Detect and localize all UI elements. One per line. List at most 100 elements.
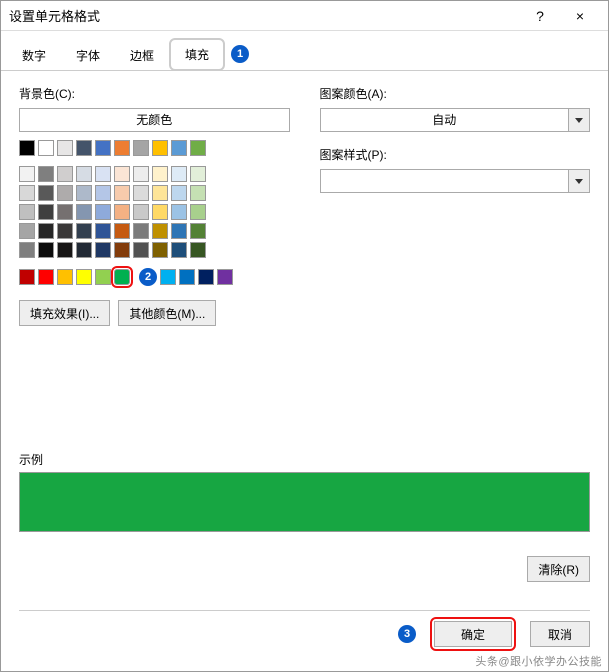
- color-swatch[interactable]: [114, 140, 130, 156]
- color-swatch[interactable]: [57, 269, 73, 285]
- color-swatch[interactable]: [76, 140, 92, 156]
- color-swatch[interactable]: [95, 140, 111, 156]
- tab-number[interactable]: 数字: [7, 40, 61, 70]
- color-swatch[interactable]: [76, 204, 92, 220]
- color-swatch[interactable]: [38, 185, 54, 201]
- color-swatch[interactable]: [171, 204, 187, 220]
- color-swatch[interactable]: [190, 242, 206, 258]
- color-swatch[interactable]: [19, 185, 35, 201]
- color-swatch[interactable]: [198, 269, 214, 285]
- more-colors-button[interactable]: 其他颜色(M)...: [118, 300, 216, 326]
- tab-fill[interactable]: 填充: [169, 38, 225, 71]
- color-swatch[interactable]: [57, 185, 73, 201]
- sample-preview: [19, 472, 590, 532]
- color-swatch[interactable]: [152, 242, 168, 258]
- color-swatch[interactable]: [152, 140, 168, 156]
- color-swatch[interactable]: [38, 204, 54, 220]
- color-swatch[interactable]: [217, 269, 233, 285]
- color-swatch[interactable]: [190, 140, 206, 156]
- footer: 3 确定 取消: [392, 617, 590, 651]
- chevron-down-icon[interactable]: [568, 108, 590, 132]
- color-swatch[interactable]: [190, 204, 206, 220]
- color-swatch[interactable]: [95, 269, 111, 285]
- color-swatch[interactable]: [38, 242, 54, 258]
- color-swatch[interactable]: [38, 269, 54, 285]
- sample-area: 示例: [19, 451, 590, 532]
- color-swatch[interactable]: [133, 166, 149, 182]
- color-swatch[interactable]: [171, 242, 187, 258]
- color-swatch[interactable]: [133, 223, 149, 239]
- pattern-style-label: 图案样式(P):: [320, 146, 591, 163]
- sample-label: 示例: [19, 451, 590, 468]
- pattern-color-value: 自动: [320, 108, 569, 132]
- color-swatch[interactable]: [171, 185, 187, 201]
- color-swatch[interactable]: [190, 185, 206, 201]
- color-swatch[interactable]: [152, 166, 168, 182]
- color-swatch[interactable]: [76, 223, 92, 239]
- color-swatch[interactable]: [152, 204, 168, 220]
- color-swatch[interactable]: [160, 269, 176, 285]
- color-swatch[interactable]: [76, 269, 92, 285]
- color-swatch[interactable]: [38, 166, 54, 182]
- color-swatch[interactable]: [76, 242, 92, 258]
- color-swatch[interactable]: [19, 269, 35, 285]
- pattern-style-combo[interactable]: [320, 169, 591, 193]
- ok-button[interactable]: 确定: [434, 621, 512, 647]
- color-swatch[interactable]: [76, 166, 92, 182]
- color-swatch[interactable]: [179, 269, 195, 285]
- color-swatch[interactable]: [19, 223, 35, 239]
- color-swatch[interactable]: [152, 185, 168, 201]
- color-swatch[interactable]: [114, 204, 130, 220]
- color-swatch[interactable]: [133, 242, 149, 258]
- color-swatch[interactable]: [114, 269, 130, 285]
- color-swatch[interactable]: [95, 185, 111, 201]
- color-swatch[interactable]: [133, 185, 149, 201]
- dialog-body: 背景色(C): 无颜色 2 填充效果(I)... 其他颜色(M)... 图案颜色…: [1, 71, 608, 326]
- no-color-button[interactable]: 无颜色: [19, 108, 290, 132]
- color-swatch[interactable]: [133, 204, 149, 220]
- color-swatch[interactable]: [57, 140, 73, 156]
- color-swatch[interactable]: [114, 166, 130, 182]
- tab-border[interactable]: 边框: [115, 40, 169, 70]
- color-swatch[interactable]: [57, 204, 73, 220]
- color-swatch[interactable]: [38, 223, 54, 239]
- color-swatch[interactable]: [95, 223, 111, 239]
- color-swatch[interactable]: [57, 223, 73, 239]
- color-swatch[interactable]: [76, 185, 92, 201]
- color-swatch[interactable]: [95, 166, 111, 182]
- color-swatch[interactable]: [19, 242, 35, 258]
- color-swatch[interactable]: [114, 185, 130, 201]
- color-swatch[interactable]: [171, 223, 187, 239]
- color-swatch[interactable]: [19, 204, 35, 220]
- color-swatch[interactable]: [38, 140, 54, 156]
- clear-row: 清除(R): [527, 556, 590, 582]
- close-button[interactable]: ×: [560, 8, 600, 24]
- color-swatch[interactable]: [114, 242, 130, 258]
- pattern-color-label: 图案颜色(A):: [320, 85, 591, 102]
- theme-colors-palette: [19, 140, 290, 258]
- color-swatch[interactable]: [133, 140, 149, 156]
- color-swatch[interactable]: [57, 242, 73, 258]
- fill-effects-button[interactable]: 填充效果(I)...: [19, 300, 110, 326]
- color-swatch[interactable]: [114, 223, 130, 239]
- clear-button[interactable]: 清除(R): [527, 556, 590, 582]
- color-swatch[interactable]: [95, 242, 111, 258]
- color-swatch[interactable]: [152, 223, 168, 239]
- help-button[interactable]: ?: [520, 8, 560, 24]
- color-swatch[interactable]: [190, 166, 206, 182]
- pattern-style-value: [320, 169, 569, 193]
- tab-strip: 数字 字体 边框 填充 1: [1, 37, 608, 71]
- chevron-down-icon[interactable]: [568, 169, 590, 193]
- color-swatch[interactable]: [57, 166, 73, 182]
- cancel-button[interactable]: 取消: [530, 621, 590, 647]
- tab-font[interactable]: 字体: [61, 40, 115, 70]
- color-swatch[interactable]: [19, 140, 35, 156]
- color-swatch[interactable]: [190, 223, 206, 239]
- color-swatch[interactable]: [19, 166, 35, 182]
- color-swatch[interactable]: [95, 204, 111, 220]
- format-cells-dialog: 设置单元格格式 ? × 数字 字体 边框 填充 1 背景色(C): 无颜色 2: [0, 0, 609, 672]
- pattern-color-combo[interactable]: 自动: [320, 108, 591, 132]
- color-swatch[interactable]: [171, 140, 187, 156]
- color-swatch[interactable]: [171, 166, 187, 182]
- standard-colors-row: 2: [19, 268, 290, 286]
